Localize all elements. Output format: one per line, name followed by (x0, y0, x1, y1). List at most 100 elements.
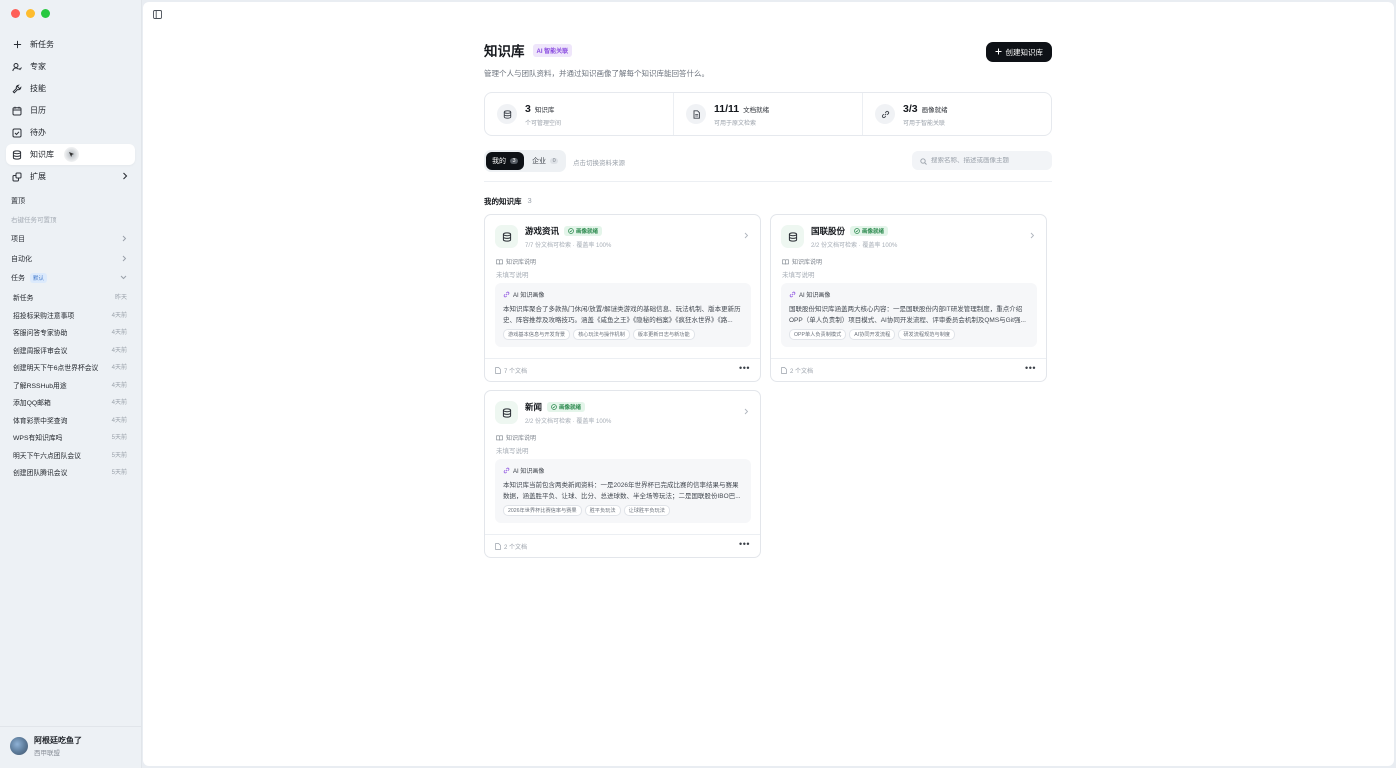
task-title: 体育彩票中奖查询 (13, 417, 68, 425)
tasks-label: 任务 (11, 275, 25, 282)
projects-section-toggle[interactable]: 项目 (11, 234, 127, 244)
user-profile[interactable]: 阿根廷吃鱼了 西甲联盟 (10, 735, 82, 757)
automation-section-toggle[interactable]: 自动化 (11, 254, 127, 264)
page-title: 知识库 (484, 44, 525, 59)
card-title: 新闻 (525, 402, 543, 412)
description-label-text: 知识库说明 (506, 436, 537, 442)
task-time: 4天前 (111, 347, 127, 354)
expert-icon (12, 62, 22, 72)
nav-expert[interactable]: 专家 (6, 56, 135, 77)
projects-label: 项目 (11, 236, 25, 243)
stat-knowledge-bases: 3 知识库 个可管理空间 (485, 93, 673, 135)
extension-icon (12, 172, 22, 182)
check-circle-icon (854, 228, 860, 234)
stat-value: 11/11 (714, 103, 740, 115)
sidebar-toggle-icon[interactable] (153, 8, 162, 19)
knowledge-base-card[interactable]: 游戏资讯 画像就绪 7/7 份文档可检索 · 覆盖率 100% 知识库说明 未填… (484, 214, 761, 382)
more-options-icon[interactable]: ••• (739, 539, 750, 549)
plus-icon (995, 48, 1002, 57)
doc-count-label: 2 个文档 (504, 545, 528, 551)
database-icon (495, 225, 518, 248)
task-list-item[interactable]: 添加QQ邮箱 4天前 (13, 397, 127, 407)
minimize-window-button[interactable] (26, 9, 35, 18)
task-list-item[interactable]: 招投标采购注意事项 4天前 (13, 310, 127, 320)
description-label: 知识库说明 (496, 433, 536, 442)
topic-tag: 核心玩法与操作机制 (573, 329, 630, 340)
description-label-text: 知识库说明 (792, 260, 823, 266)
topic-tag: 让球胜平负玩法 (623, 505, 670, 516)
nav-todo[interactable]: 待办 (6, 122, 135, 143)
stat-value: 3/3 (903, 103, 918, 115)
task-list-item[interactable]: 体育彩票中奖查询 4天前 (13, 415, 127, 425)
knowledge-base-card[interactable]: 国联股份 画像就绪 2/2 份文档可检索 · 覆盖率 100% 知识库说明 未填… (770, 214, 1047, 382)
tab-label: 企业 (532, 158, 547, 165)
tasks-section-toggle[interactable]: 任务 默认 (11, 273, 127, 283)
topic-tag: OPP单人负责制模式 (789, 329, 847, 340)
doc-count: 2 个文档 (495, 542, 527, 551)
create-knowledge-base-button[interactable]: 创建知识库 (985, 42, 1052, 62)
task-list-item[interactable]: 了解RSSHub用途 4天前 (13, 380, 127, 390)
description-label: 知识库说明 (782, 257, 822, 266)
ai-profile-box: AI 知识画像 国联股份知识库涵盖两大核心内容：一是国联股份内部IT研发管理制度… (781, 283, 1037, 347)
description-value: 未填写说明 (782, 272, 815, 279)
chevron-right-icon (122, 172, 128, 182)
chevron-right-icon[interactable] (744, 228, 749, 242)
mouse-cursor-indicator (64, 147, 79, 162)
tab-enterprise[interactable]: 企业 0 (526, 152, 564, 170)
task-list-item[interactable]: WPS有知识库吗 5天前 (13, 432, 127, 442)
chevron-right-icon[interactable] (744, 404, 749, 418)
source-segmented-control: 我的 3 企业 0 (484, 150, 567, 172)
nav-calendar[interactable]: 日历 (6, 100, 135, 121)
more-options-icon[interactable]: ••• (1025, 363, 1036, 373)
task-title: WPS有知识库吗 (13, 435, 63, 442)
task-list-item[interactable]: 客服问答专家协助 4天前 (13, 327, 127, 337)
task-title: 创建明天下午6点世界杯会议 (13, 365, 99, 372)
close-window-button[interactable] (11, 9, 20, 18)
nav-label: 日历 (30, 106, 46, 115)
knowledge-base-card[interactable]: 新闻 画像就绪 2/2 份文档可检索 · 覆盖率 100% 知识库说明 未填写说… (484, 390, 761, 558)
search-input[interactable] (931, 157, 1041, 164)
check-circle-icon (568, 228, 574, 234)
source-tabs-row: 我的 3 企业 0 点击切换资料来源 (484, 150, 1052, 172)
ai-profile-label: AI 知识画像 (513, 469, 545, 475)
stat-sub: 个可管理空间 (525, 121, 562, 127)
card-meta: 7/7 份文档可检索 · 覆盖率 100% (525, 243, 612, 249)
doc-count-label: 2 个文档 (790, 369, 814, 375)
search-box (912, 151, 1052, 170)
zoom-window-button[interactable] (41, 9, 50, 18)
task-title: 新任务 (13, 295, 34, 302)
task-list-item[interactable]: 明天下午六点团队会议 5天前 (13, 450, 127, 460)
chevron-down-icon (120, 275, 127, 282)
nav-skills[interactable]: 技能 (6, 78, 135, 99)
tab-mine[interactable]: 我的 3 (486, 152, 525, 170)
task-list-item[interactable]: 创建团队腾讯会议 5天前 (13, 467, 127, 477)
card-footer: 7 个文档 ••• (485, 358, 760, 382)
ai-profile-summary: 国联股份知识库涵盖两大核心内容：一是国联股份内部IT研发管理制度，重点介绍OPP… (789, 306, 1026, 324)
status-badge: 画像就绪 (564, 226, 603, 236)
description-label: 知识库说明 (496, 257, 536, 266)
knowledge-base-page: 知识库 AI 智能关联 创建知识库 管理个人与团队资料，并通过知识画像了解每个知… (484, 40, 1052, 564)
task-time: 4天前 (111, 417, 127, 424)
document-icon (495, 367, 501, 374)
nav-label: 专家 (30, 62, 46, 71)
task-list-item[interactable]: 创建明天下午6点世界杯会议 4天前 (13, 362, 127, 372)
nav-extensions[interactable]: 扩展 (6, 166, 135, 187)
more-options-icon[interactable]: ••• (739, 363, 750, 373)
stat-profiles-ready: 3/3 画像就绪 可用于智能关联 (862, 93, 1051, 135)
database-icon (495, 401, 518, 424)
pinned-section-label: 置顶 (11, 198, 25, 205)
link-icon (875, 104, 895, 124)
nav-knowledge-base[interactable]: 知识库 (6, 144, 135, 165)
status-label: 画像就绪 (862, 229, 885, 235)
topic-tag: 版本更新日志与新功能 (632, 329, 695, 340)
task-time: 4天前 (111, 382, 127, 389)
sidebar-nav: 新任务 专家 技能 日历 待办 知识库 扩展 (6, 34, 135, 188)
task-time: 昨天 (114, 295, 127, 301)
chevron-right-icon[interactable] (1030, 228, 1035, 242)
user-org: 西甲联盟 (34, 750, 60, 757)
task-list-item[interactable]: 创建周报评审会议 4天前 (13, 345, 127, 355)
task-list-item[interactable]: 新任务 昨天 (13, 292, 127, 302)
nav-label: 新任务 (30, 40, 54, 49)
tab-label: 我的 (492, 158, 506, 165)
nav-new-task[interactable]: 新任务 (6, 34, 135, 55)
